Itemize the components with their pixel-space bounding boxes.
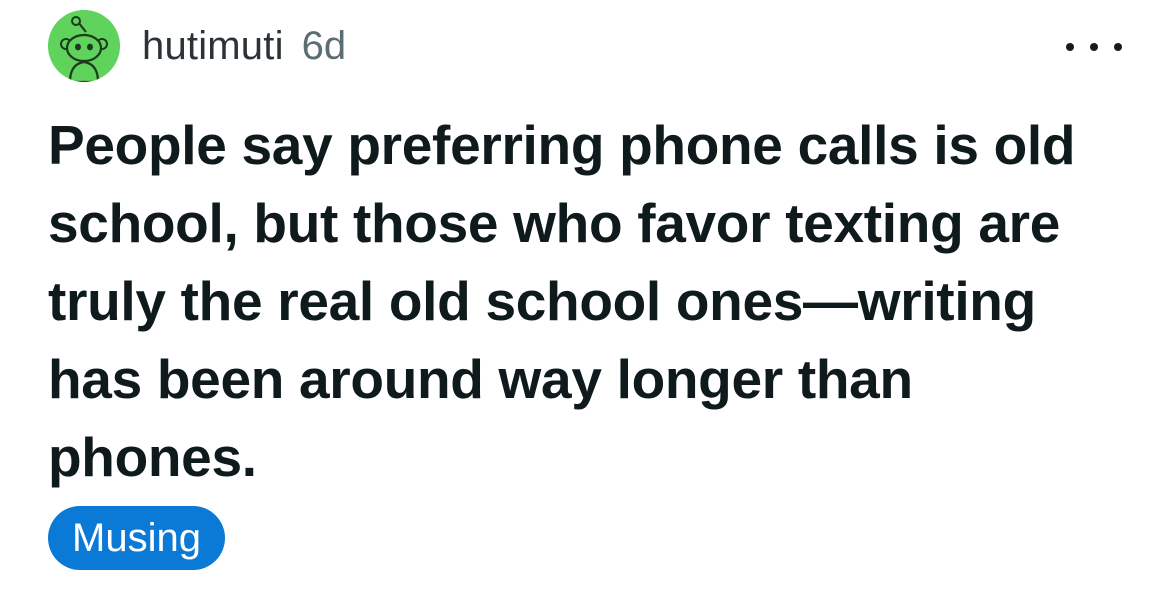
post-card[interactable]: hutimuti 6d People say preferring phone … <box>0 0 1170 590</box>
more-dot <box>1066 43 1074 51</box>
author-username[interactable]: hutimuti <box>142 24 284 69</box>
more-options-icon[interactable] <box>1066 30 1122 64</box>
snoo-avatar-icon[interactable] <box>48 10 120 82</box>
post-flair[interactable]: Musing <box>48 506 225 570</box>
more-dot <box>1090 43 1098 51</box>
post-age: 6d <box>301 23 347 68</box>
more-dot <box>1114 43 1122 51</box>
post-title[interactable]: People say preferring phone calls is old… <box>48 106 1128 496</box>
post-header: hutimuti 6d <box>48 10 346 82</box>
